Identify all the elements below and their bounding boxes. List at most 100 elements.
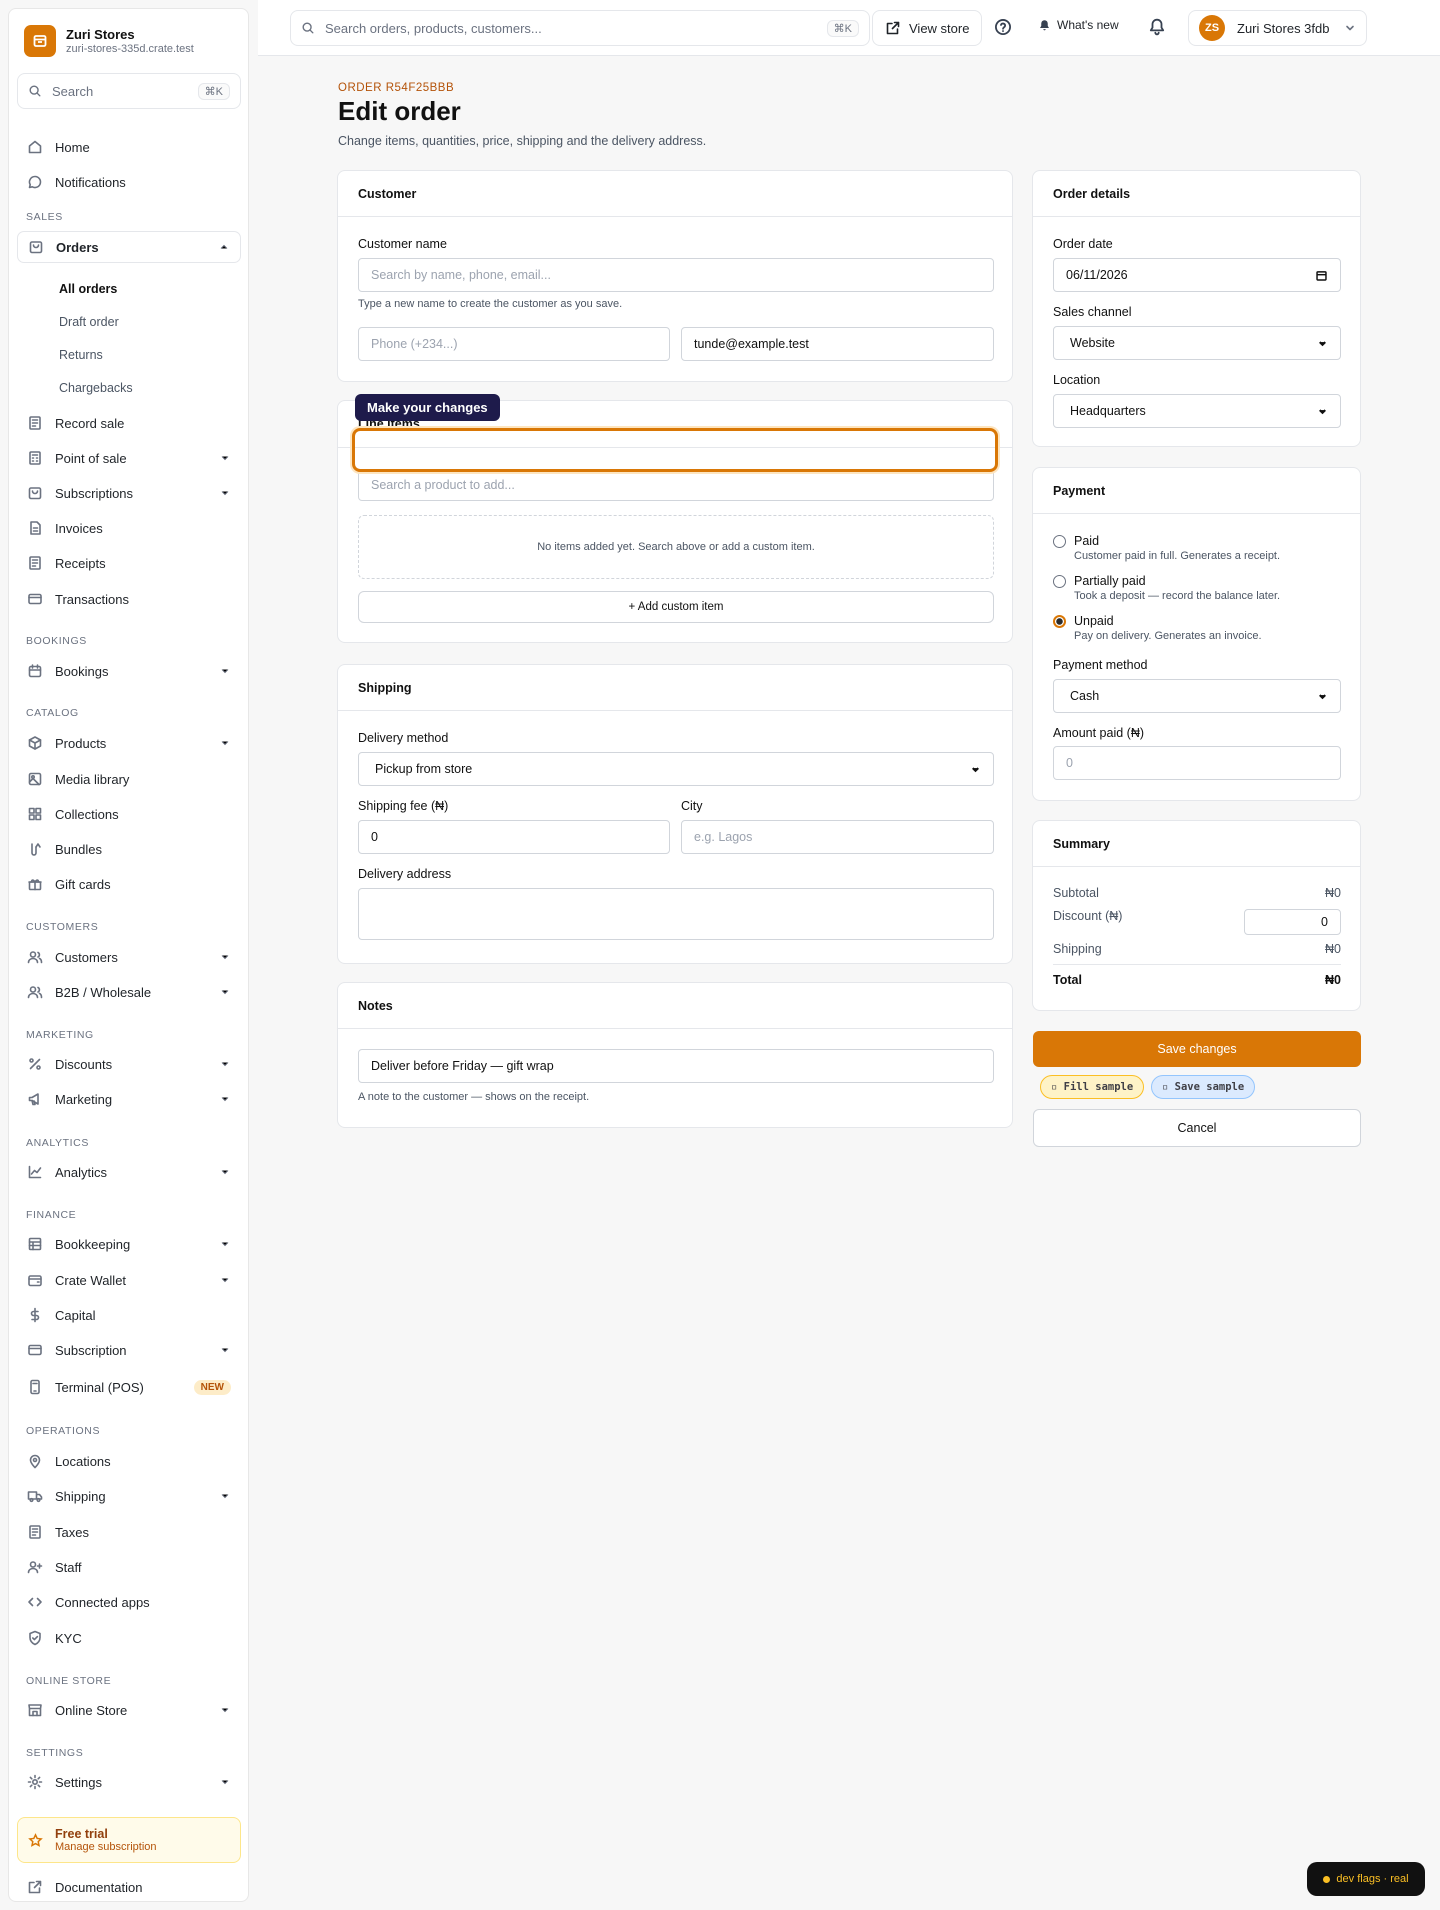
chevron-down-icon — [219, 1093, 231, 1105]
notes-card-title: Notes — [338, 983, 1012, 1029]
sidebar-item-shipping[interactable]: Shipping — [17, 1480, 241, 1512]
view-store-button[interactable]: View store — [872, 10, 983, 46]
fill-sample-button[interactable]: ▫ Fill sample — [1040, 1075, 1145, 1099]
sidebar-item-documentation[interactable]: Documentation — [17, 1871, 241, 1903]
sidebar-item-label: Locations — [55, 1453, 111, 1469]
dev-flags-button[interactable]: dev flags · real — [1307, 1862, 1425, 1896]
sidebar-item-bookings[interactable]: Bookings — [17, 655, 241, 687]
sidebar-item-terminal[interactable]: Terminal (POS) NEW — [17, 1371, 241, 1403]
calendar-icon[interactable] — [1315, 269, 1328, 282]
sidebar-item-customers[interactable]: Customers — [17, 941, 241, 973]
sidebar-item-kyc[interactable]: KYC — [17, 1622, 241, 1654]
sidebar-item-notifications[interactable]: Notifications — [17, 166, 241, 198]
sidebar: Zuri Stores zuri-stores-335d.crate.test … — [8, 8, 249, 1902]
whats-new-button[interactable]: What's new — [1038, 18, 1119, 32]
sidebar-item-collections[interactable]: Collections — [17, 798, 241, 830]
phone-input[interactable]: Phone (+234...) — [358, 327, 670, 361]
section-settings: SETTINGS — [26, 1747, 84, 1759]
delivery-method-label: Delivery method — [358, 731, 449, 745]
chevron-down-icon — [1317, 338, 1328, 349]
help-icon[interactable] — [994, 18, 1012, 36]
delivery-address-textarea[interactable] — [358, 888, 994, 940]
radio-button[interactable] — [1053, 535, 1066, 548]
sidebar-item-staff[interactable]: Staff — [17, 1551, 241, 1583]
sidebar-item-bookkeeping[interactable]: Bookkeeping — [17, 1228, 241, 1260]
sidebar-item-capital[interactable]: Capital — [17, 1299, 241, 1331]
sidebar-item-b2b-wholesale[interactable]: B2B / Wholesale — [17, 976, 241, 1008]
global-search-input[interactable]: Search orders, products, customers... ⌘K — [290, 10, 870, 46]
sidebar-item-online-store[interactable]: Online Store — [17, 1694, 241, 1726]
store-switcher[interactable]: Zuri Stores zuri-stores-335d.crate.test — [24, 25, 194, 57]
subtotal-row: Subtotal ₦0 — [1053, 886, 1341, 900]
sidebar-item-marketing[interactable]: Marketing — [17, 1083, 241, 1115]
payment-option-unpaid[interactable]: Unpaid Pay on delivery. Generates an inv… — [1053, 614, 1262, 642]
view-store-label: View store — [909, 20, 970, 36]
delivery-method-select[interactable]: Pickup from store — [358, 752, 994, 786]
sidebar-item-receipts[interactable]: Receipts — [17, 547, 241, 579]
delivery-address-label: Delivery address — [358, 867, 452, 881]
sidebar-item-subscriptions[interactable]: Subscriptions — [17, 477, 241, 509]
amount-paid-input[interactable]: 0 — [1053, 746, 1341, 780]
save-sample-button[interactable]: ▫ Save sample — [1151, 1075, 1256, 1099]
sidebar-item-gift-cards[interactable]: Gift cards — [17, 868, 241, 900]
sidebar-item-invoices[interactable]: Invoices — [17, 512, 241, 544]
sidebar-item-bundles[interactable]: Bundles — [17, 833, 241, 865]
product-search-input[interactable]: Search a product to add... — [358, 469, 994, 501]
dollar-icon — [27, 1307, 43, 1323]
sidebar-item-taxes[interactable]: Taxes — [17, 1516, 241, 1548]
storefront-icon — [27, 1702, 43, 1718]
store-name: Zuri Stores — [66, 27, 135, 42]
save-changes-button[interactable]: Save changes — [1033, 1031, 1361, 1067]
account-menu-button[interactable]: ZS Zuri Stores 3fdb — [1188, 10, 1367, 46]
sidebar-item-media-library[interactable]: Media library — [17, 763, 241, 795]
summary-card-title: Summary — [1033, 821, 1360, 867]
sidebar-subitem-chargebacks[interactable]: Chargebacks — [59, 381, 133, 395]
city-input[interactable]: e.g. Lagos — [681, 820, 994, 854]
sidebar-item-connected-apps[interactable]: Connected apps — [17, 1586, 241, 1618]
chat-bubble-icon — [27, 174, 43, 190]
free-trial-banner[interactable]: Free trial Manage subscription — [17, 1817, 241, 1863]
account-name: Zuri Stores 3fdb — [1237, 20, 1330, 36]
chevron-down-icon — [970, 764, 981, 775]
sidebar-item-settings[interactable]: Settings — [17, 1766, 241, 1798]
notes-input[interactable]: Deliver before Friday — gift wrap — [358, 1049, 994, 1083]
shipping-fee-input[interactable]: 0 — [358, 820, 670, 854]
manage-subscription-link[interactable]: Manage subscription — [55, 1841, 157, 1853]
email-input[interactable]: tunde@example.test — [681, 327, 994, 361]
payment-option-paid[interactable]: Paid Customer paid in full. Generates a … — [1053, 534, 1280, 562]
sales-channel-select[interactable]: Website — [1053, 326, 1341, 360]
sidebar-item-transactions[interactable]: Transactions — [17, 583, 241, 615]
cancel-button[interactable]: Cancel — [1033, 1109, 1361, 1147]
add-custom-item-button[interactable]: + Add custom item — [358, 591, 994, 623]
section-catalog: CATALOG — [26, 707, 79, 719]
sidebar-item-crate-wallet[interactable]: Crate Wallet — [17, 1264, 241, 1296]
total-row: Total ₦0 — [1053, 973, 1341, 987]
sidebar-item-orders[interactable]: Orders — [17, 231, 241, 263]
location-select[interactable]: Headquarters — [1053, 394, 1341, 428]
sidebar-item-products[interactable]: Products — [17, 727, 241, 759]
discount-input[interactable]: 0 — [1244, 909, 1341, 935]
radio-button-selected[interactable] — [1053, 615, 1066, 628]
sidebar-search[interactable]: Search ⌘K — [17, 73, 241, 109]
bell-icon[interactable] — [1148, 18, 1166, 36]
customer-name-input[interactable]: Search by name, phone, email... — [358, 258, 994, 292]
sidebar-item-record-sale[interactable]: Record sale — [17, 407, 241, 439]
chevron-down-icon — [219, 1274, 231, 1286]
payment-option-title: Unpaid — [1074, 614, 1114, 628]
topbar: Search orders, products, customers... ⌘K… — [258, 0, 1440, 56]
radio-button[interactable] — [1053, 575, 1066, 588]
sidebar-subitem-all-orders[interactable]: All orders — [59, 282, 117, 296]
sidebar-item-point-of-sale[interactable]: Point of sale — [17, 442, 241, 474]
sidebar-item-subscription[interactable]: Subscription — [17, 1334, 241, 1366]
sidebar-subitem-returns[interactable]: Returns — [59, 348, 103, 362]
sidebar-item-label: Online Store — [55, 1702, 128, 1718]
sidebar-item-home[interactable]: Home — [17, 131, 241, 163]
sidebar-item-discounts[interactable]: Discounts — [17, 1048, 241, 1080]
sidebar-item-label: Receipts — [55, 555, 106, 571]
sidebar-item-analytics[interactable]: Analytics — [17, 1156, 241, 1188]
sidebar-subitem-draft-order[interactable]: Draft order — [59, 315, 119, 329]
payment-option-partially-paid[interactable]: Partially paid Took a deposit — record t… — [1053, 574, 1280, 602]
order-date-input[interactable]: 06/11/2026 — [1053, 258, 1341, 292]
sidebar-item-locations[interactable]: Locations — [17, 1445, 241, 1477]
payment-method-select[interactable]: Cash — [1053, 679, 1341, 713]
